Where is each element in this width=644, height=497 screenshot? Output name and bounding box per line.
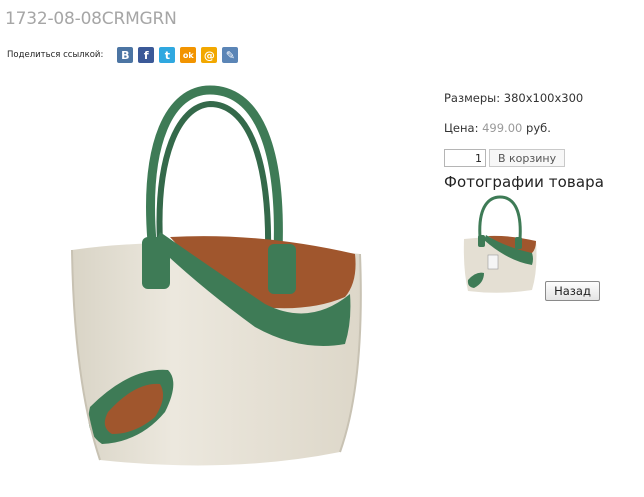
price-currency: руб.	[526, 121, 551, 135]
quantity-input[interactable]	[444, 149, 486, 167]
add-to-cart-button[interactable]: В корзину	[489, 149, 566, 167]
price-value: 499.00	[482, 121, 523, 135]
photos-heading: Фотографии товара	[444, 173, 605, 191]
product-thumbnail[interactable]	[460, 195, 540, 295]
back-button[interactable]: Назад	[545, 281, 600, 301]
mailru-icon[interactable]: @	[201, 47, 218, 63]
vkontakte-icon[interactable]: B	[117, 47, 134, 63]
share-buttons: Bf t ok @ ✎	[117, 47, 239, 63]
share-bar: Поделиться ссылкой: Bf t ok @ ✎	[7, 47, 239, 63]
product-price: Цена: 499.00 руб.	[444, 121, 639, 135]
product-info-column: Размеры: 380x100x300 Цена: 499.00 руб. В…	[444, 91, 639, 301]
livejournal-icon[interactable]: ✎	[222, 47, 239, 63]
twitter-icon[interactable]: t	[159, 47, 176, 63]
product-main-photo[interactable]	[60, 82, 410, 482]
add-to-cart-row: В корзину	[444, 149, 639, 167]
price-label: Цена:	[444, 121, 479, 135]
odnoklassniki-icon[interactable]: ok	[180, 47, 197, 63]
product-title: 1732-08-08CRMGRN	[5, 9, 177, 29]
share-label: Поделиться ссылкой:	[7, 50, 104, 60]
product-size: Размеры: 380x100x300	[444, 91, 584, 105]
facebook-icon[interactable]: f	[138, 47, 155, 63]
